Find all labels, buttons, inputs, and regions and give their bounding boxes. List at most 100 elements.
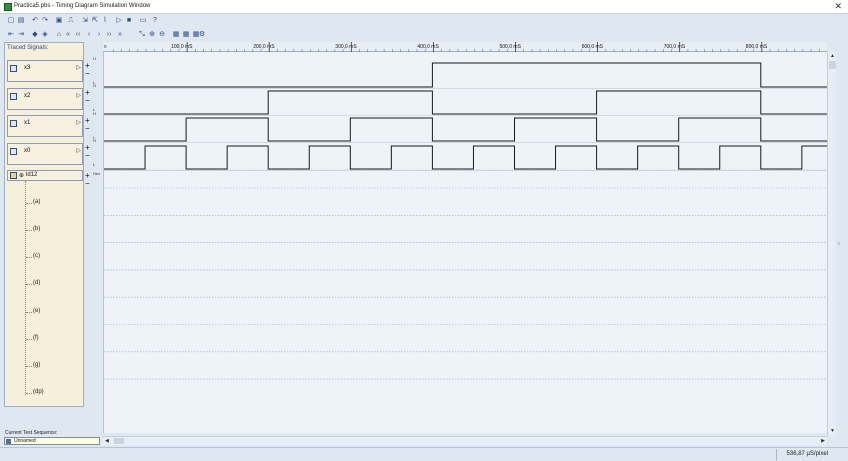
- segment-label: (dp): [33, 389, 44, 395]
- scroll-up-icon[interactable]: ▲: [829, 53, 836, 60]
- save-icon[interactable]: ▣: [55, 17, 63, 25]
- signal-name: x3: [24, 65, 31, 71]
- signal-menu-icon[interactable]: ▷: [76, 92, 81, 99]
- zoom-in-icon[interactable]: ⊕: [148, 31, 156, 39]
- step-out-icon[interactable]: ⇥: [17, 31, 25, 39]
- bus-expand-icon[interactable]: [10, 172, 17, 179]
- step-in-icon[interactable]: ⇤: [7, 31, 15, 39]
- signal-row-x1[interactable]: x1 ▷: [7, 115, 83, 137]
- signal-menu-icon[interactable]: ▷: [76, 147, 81, 154]
- window-title: Practica5.pbs - Timing Diagram Simulatio…: [14, 3, 151, 9]
- signal-name: x1: [24, 120, 31, 126]
- new-file-icon[interactable]: ▢: [7, 17, 15, 25]
- signal-bit-icon[interactable]: [10, 120, 17, 127]
- close-icon[interactable]: ✕: [834, 1, 842, 12]
- current-test-value: Unnamed: [14, 438, 36, 444]
- main-toolbar: ▢ ▤ ↶ ↷ ▣ ⎍ ⇲ ⇱ ⌇ ▷ ■ ▭?: [0, 15, 848, 28]
- ruler-tick-label: 800,0 mS: [746, 44, 768, 50]
- prev-page-icon[interactable]: ‹‹: [74, 31, 82, 39]
- waveform-icon[interactable]: ⌇: [101, 17, 109, 25]
- stop-icon[interactable]: ■: [125, 17, 133, 25]
- tree-connector: [25, 181, 26, 395]
- status-bar: 536,87 µS/pixel: [0, 447, 848, 461]
- ruler-tick-label: 500,0 mS: [500, 44, 522, 50]
- ruler-tick-label: 300,0 mS: [335, 44, 357, 50]
- redo-icon[interactable]: ↷: [41, 17, 49, 25]
- grid-a-icon[interactable]: ▦: [172, 31, 180, 39]
- segment-label: (e): [33, 308, 41, 314]
- waveform-x3: [104, 62, 828, 88]
- signal-name: x0: [24, 148, 31, 154]
- collapse-minus-icon[interactable]: −: [85, 180, 90, 188]
- undo-icon[interactable]: ↶: [31, 17, 39, 25]
- signal-handles-column: + − H L + − H L + − H L + − H L + − Hex: [84, 55, 103, 405]
- segment-label: (d): [33, 280, 41, 286]
- high-level-label: H: [93, 111, 96, 116]
- current-test-label: Current Test Sequence:: [5, 430, 58, 436]
- marker-icon[interactable]: ⌂: [55, 31, 63, 39]
- window-icon[interactable]: ▭: [139, 17, 147, 25]
- horizontal-scroll-thumb[interactable]: [114, 438, 124, 444]
- zoom-fit-icon[interactable]: ⤡: [138, 31, 146, 39]
- edit-signal-icon[interactable]: ⇱: [91, 17, 99, 25]
- insert-icon[interactable]: ◆: [31, 31, 39, 39]
- collapse-minus-icon[interactable]: −: [85, 70, 90, 78]
- vertical-scrollbar[interactable]: ▲ ▼: [827, 52, 836, 436]
- high-level-label: H: [93, 56, 96, 61]
- current-test-field[interactable]: Unnamed: [4, 437, 100, 445]
- segment-label: (a): [33, 199, 41, 205]
- hex-label: Hex: [93, 171, 101, 176]
- collapse-minus-icon[interactable]: −: [85, 125, 90, 133]
- open-file-icon[interactable]: ▤: [17, 17, 25, 25]
- collapse-minus-icon[interactable]: −: [85, 97, 90, 105]
- navigation-toolbar: ⇤ ⇥ ◆ ◈ ⌂ «‹‹ ‹ › ››» ⤡ ⊕ ⊖ ▦ ▦ ▦ ⚙: [0, 29, 848, 42]
- last-icon[interactable]: »: [116, 31, 124, 39]
- run-icon[interactable]: ▷: [115, 17, 123, 25]
- signal-row-x0[interactable]: x0 ▷: [7, 143, 83, 165]
- segment-connector: [26, 339, 32, 340]
- ruler-tick-label: 400,0 mS: [417, 44, 439, 50]
- bus-glyph-icon: ⊕: [19, 173, 25, 179]
- waveform-plot[interactable]: [103, 52, 828, 433]
- scroll-left-icon[interactable]: ◀: [105, 438, 109, 444]
- bus-name: ld12: [26, 172, 38, 178]
- scroll-right-icon[interactable]: ▶: [821, 438, 825, 444]
- segment-label: (g): [33, 362, 41, 368]
- segment-connector: [26, 284, 32, 285]
- title-bar: Practica5.pbs - Timing Diagram Simulatio…: [0, 0, 848, 14]
- next-page-icon[interactable]: ››: [105, 31, 113, 39]
- grid-b-icon[interactable]: ▦: [182, 31, 190, 39]
- signal-row-x3[interactable]: x3 ▷: [7, 60, 83, 82]
- signal-menu-icon[interactable]: ▷: [76, 119, 81, 126]
- prev-icon[interactable]: ‹: [85, 31, 93, 39]
- signal-row-x2[interactable]: x2 ▷: [7, 88, 83, 110]
- panel-grip-icon[interactable]: ‹: [838, 241, 840, 247]
- first-icon[interactable]: «: [64, 31, 72, 39]
- zoom-out-icon[interactable]: ⊖: [158, 31, 166, 39]
- bus-row-ld12[interactable]: ⊕ ld12: [7, 170, 83, 181]
- collapse-minus-icon[interactable]: −: [85, 152, 90, 160]
- signal-menu-icon[interactable]: ▷: [76, 64, 81, 71]
- high-level-label: H: [93, 138, 96, 143]
- signal-name: x2: [24, 93, 31, 99]
- resolution-readout: 536,87 µS/pixel: [786, 451, 828, 457]
- ruler-tick-label: 600,0 mS: [582, 44, 604, 50]
- clock-wave-icon[interactable]: ⎍: [67, 17, 75, 25]
- segment-connector: [26, 366, 32, 367]
- vertical-scroll-thumb[interactable]: [829, 61, 836, 69]
- waveform-x1: [104, 117, 828, 142]
- traced-signals-label: Traced Signals:: [7, 45, 49, 51]
- scroll-down-icon[interactable]: ▼: [829, 428, 836, 435]
- settings-icon[interactable]: ⚙: [198, 31, 206, 39]
- horizontal-scrollbar[interactable]: ◀ ▶: [103, 436, 827, 445]
- help-icon[interactable]: ?: [151, 17, 159, 25]
- status-separator: [776, 449, 777, 460]
- low-level-label: L: [93, 162, 96, 167]
- signal-bit-icon[interactable]: [10, 148, 17, 155]
- add-signal-icon[interactable]: ⇲: [81, 17, 89, 25]
- next-icon[interactable]: ›: [95, 31, 103, 39]
- signal-bit-icon[interactable]: [10, 93, 17, 100]
- signal-bit-icon[interactable]: [10, 65, 17, 72]
- time-ruler: 0 100,0 mS 200,0 mS 300,0 mS 400,0 mS 500,0 m…: [103, 42, 827, 52]
- delete-icon[interactable]: ◈: [41, 31, 49, 39]
